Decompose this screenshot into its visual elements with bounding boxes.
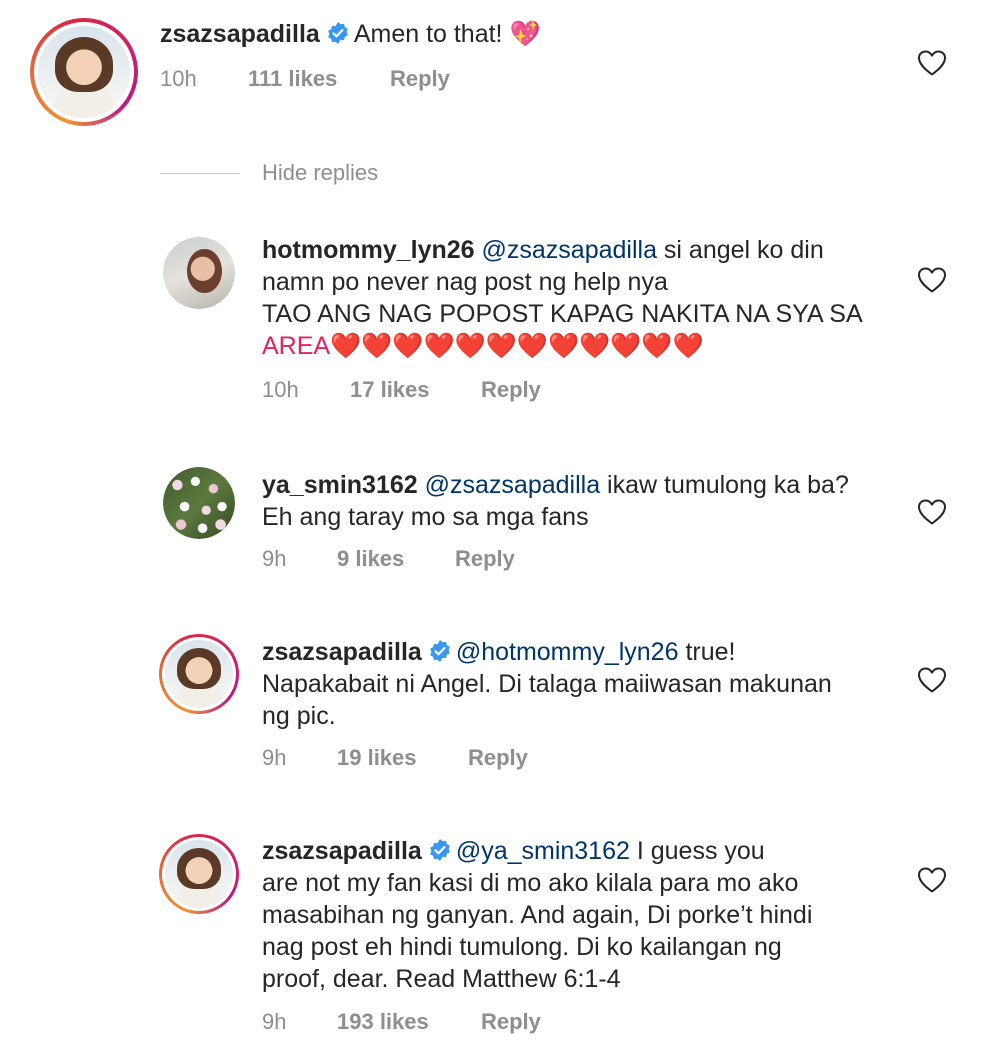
username[interactable]: hotmommy_lyn26	[262, 236, 475, 264]
comment-meta: 10h 111 likes Reply	[160, 66, 450, 92]
heart-outline-icon[interactable]	[917, 498, 947, 526]
likes-count[interactable]: 17 likes	[350, 377, 481, 403]
hide-replies-label[interactable]: Hide replies	[262, 160, 378, 186]
reply-button[interactable]: Reply	[481, 1009, 541, 1035]
reply-text: proof, dear. Read Matthew 6:1-4	[262, 965, 621, 993]
reply-button[interactable]: Reply	[390, 66, 450, 92]
avatar[interactable]	[159, 634, 239, 714]
profile-photo	[163, 467, 235, 539]
heart-outline-icon[interactable]	[917, 49, 947, 77]
reply-text: Eh ang taray mo sa mga fans	[262, 503, 589, 531]
verified-badge-icon	[327, 22, 348, 44]
timestamp: 10h	[262, 377, 299, 402]
reply-meta: 10h 17 likes Reply	[262, 377, 541, 403]
mention-link[interactable]: @zsazsapadilla	[482, 236, 657, 264]
likes-count[interactable]: 111 likes	[248, 66, 390, 92]
timestamp: 9h	[262, 1009, 287, 1034]
verified-badge-icon	[429, 839, 450, 861]
reply-body: ya_smin3162 @zsazsapadilla ikaw tumulong…	[262, 469, 902, 533]
likes-count[interactable]: 193 likes	[337, 1009, 481, 1035]
hide-replies-toggle[interactable]: Hide replies	[160, 160, 378, 186]
reply-text: namn po never nag post ng help nya	[262, 268, 668, 296]
mention-link[interactable]: @hotmommy_lyn26	[456, 638, 679, 666]
timestamp: 9h	[262, 745, 287, 770]
comment-text: Amen to that! 💖	[353, 20, 541, 48]
profile-photo	[163, 237, 235, 309]
reply-body: zsazsapadilla @hotmommy_lyn26 true! Napak…	[262, 636, 902, 732]
reply-text: nag post eh hindi tumulong. Di ko kailan…	[262, 933, 782, 961]
reply-button[interactable]: Reply	[455, 546, 515, 572]
reply-meta: 9h 19 likes Reply	[262, 745, 528, 771]
comment-body: zsazsapadilla Amen to that! 💖	[160, 18, 880, 50]
username[interactable]: zsazsapadilla	[262, 638, 422, 666]
username[interactable]: zsazsapadilla	[160, 20, 320, 48]
reply-text: AREA❤️❤️❤️❤️❤️❤️❤️❤️❤️❤️❤️❤️	[262, 332, 704, 360]
avatar[interactable]	[30, 18, 138, 126]
avatar[interactable]	[163, 237, 235, 309]
profile-photo	[165, 640, 233, 708]
reply-text: ng pic.	[262, 702, 336, 730]
reply-text: masabihan ng ganyan. And again, Di porke…	[262, 901, 813, 929]
divider-line	[160, 172, 240, 174]
timestamp: 10h	[160, 66, 197, 91]
heart-outline-icon[interactable]	[917, 866, 947, 894]
verified-badge-icon	[429, 640, 450, 662]
reply-body: zsazsapadilla @ya_smin3162 I guess you ar…	[262, 835, 902, 995]
profile-photo	[165, 840, 233, 908]
mention-link[interactable]: @ya_smin3162	[456, 837, 630, 865]
heart-outline-icon[interactable]	[917, 266, 947, 294]
reply-text: true!	[678, 638, 736, 666]
username[interactable]: zsazsapadilla	[262, 837, 422, 865]
avatar[interactable]	[163, 467, 235, 539]
reply-button[interactable]: Reply	[481, 377, 541, 403]
heart-outline-icon[interactable]	[917, 666, 947, 694]
timestamp: 9h	[262, 546, 287, 571]
likes-count[interactable]: 9 likes	[337, 546, 455, 572]
reply-text: I guess you	[629, 837, 765, 865]
reply-text: ikaw tumulong ka ba?	[600, 471, 849, 499]
reply-text: TAO ANG NAG POPOST KAPAG NAKITA NA SYA S…	[262, 300, 863, 328]
reply-meta: 9h 193 likes Reply	[262, 1009, 541, 1035]
profile-photo	[38, 26, 130, 118]
likes-count[interactable]: 19 likes	[337, 745, 468, 771]
reply-body: hotmommy_lyn26 @zsazsapadilla si angel k…	[262, 234, 902, 362]
reply-meta: 9h 9 likes Reply	[262, 546, 515, 572]
reply-text: si angel ko din	[656, 236, 824, 264]
avatar[interactable]	[159, 834, 239, 914]
reply-text: are not my fan kasi di mo ako kilala par…	[262, 869, 799, 897]
reply-button[interactable]: Reply	[468, 745, 528, 771]
username[interactable]: ya_smin3162	[262, 471, 418, 499]
reply-text: Napakabait ni Angel. Di talaga maiiwasan…	[262, 670, 832, 698]
mention-link[interactable]: @zsazsapadilla	[425, 471, 600, 499]
